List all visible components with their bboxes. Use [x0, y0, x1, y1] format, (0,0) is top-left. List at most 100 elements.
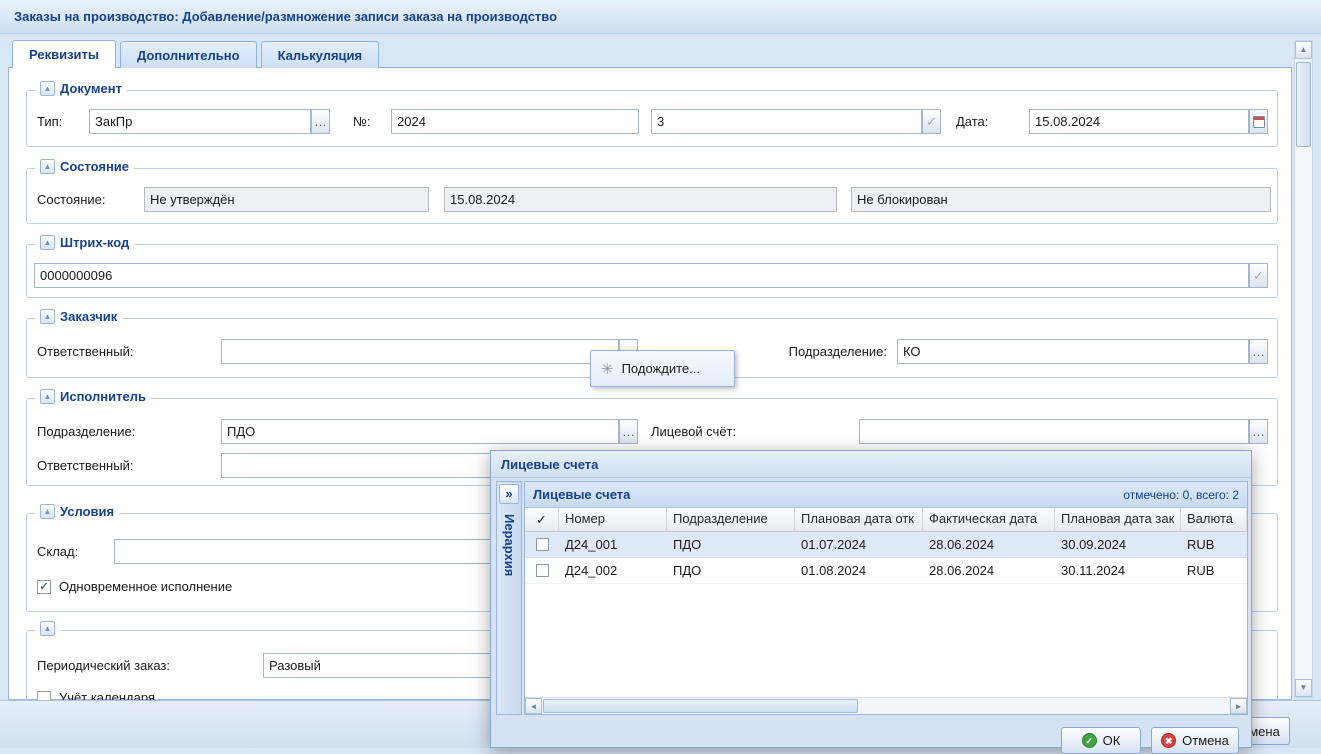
- wait-popup: ✳ Подождите...: [590, 350, 735, 387]
- grid-panel-header: Лицевые счета отмечено: 0, всего: 2: [525, 482, 1247, 508]
- tab-label: Реквизиты: [29, 47, 99, 62]
- scroll-up-button[interactable]: ▲: [1295, 41, 1312, 59]
- cell-fact: 28.06.2024: [923, 532, 1055, 557]
- cell-currency: RUB: [1181, 532, 1247, 557]
- customer-responsible-input[interactable]: [221, 339, 619, 364]
- column-header-plan-close[interactable]: Плановая дата зак: [1055, 508, 1181, 532]
- executor-account-input[interactable]: [859, 419, 1249, 444]
- dialog-ok-label: ОК: [1103, 733, 1121, 748]
- dialog-cancel-button[interactable]: ✖ Отмена: [1151, 727, 1239, 754]
- row-checkbox[interactable]: [536, 564, 549, 577]
- section-document-legend: ▲ Документ: [35, 81, 127, 96]
- type-input[interactable]: [89, 109, 311, 134]
- row-checkbox-cell: [525, 532, 559, 557]
- simultaneous-label: Одновременное исполнение: [59, 574, 232, 599]
- executor-account-label: Лицевой счёт:: [651, 419, 736, 444]
- ellipsis-icon: …: [1252, 344, 1265, 359]
- cell-division: ПДО: [667, 558, 795, 583]
- customer-division-lookup-trigger[interactable]: …: [1249, 339, 1268, 364]
- scroll-thumb[interactable]: [543, 699, 858, 713]
- state-label: Состояние:: [37, 187, 105, 212]
- cell-plan-close: 30.11.2024: [1055, 558, 1181, 583]
- dialog-ok-button[interactable]: ✓ ОК: [1061, 727, 1141, 754]
- horizontal-scrollbar[interactable]: ◄ ►: [525, 697, 1247, 714]
- executor-division-input[interactable]: [221, 419, 619, 444]
- row-checkbox[interactable]: [536, 538, 549, 551]
- date-label: Дата:: [956, 109, 988, 134]
- select-all-header[interactable]: ✓: [525, 508, 559, 532]
- executor-division-lookup-trigger[interactable]: …: [619, 419, 638, 444]
- arrow-up-icon: ▲: [1300, 45, 1308, 54]
- hierarchy-panel: » Иерархия: [496, 481, 522, 715]
- scroll-down-button[interactable]: ▼: [1295, 679, 1312, 697]
- vertical-scrollbar[interactable]: ▲ ▼: [1294, 40, 1313, 698]
- main-window: Заказы на производство: Добавление/размн…: [0, 0, 1321, 748]
- number-apply-trigger[interactable]: ✓: [922, 109, 941, 134]
- hierarchy-label: Иерархия: [502, 514, 517, 576]
- number-input[interactable]: [391, 109, 639, 134]
- state-date-field: [444, 187, 837, 212]
- cell-number: Д24_001: [559, 532, 667, 557]
- wait-popup-text: Подождите...: [622, 361, 700, 376]
- check-icon: ✓: [1253, 268, 1264, 283]
- cell-plan-open: 01.07.2024: [795, 532, 923, 557]
- section-executor-legend: ▲ Исполнитель: [35, 389, 151, 404]
- column-header-fact[interactable]: Фактическая дата: [923, 508, 1055, 532]
- calendar-icon: [1253, 116, 1265, 128]
- row-checkbox-cell: [525, 558, 559, 583]
- date-input[interactable]: [1029, 109, 1249, 134]
- collapse-toggle-icon[interactable]: ▲: [40, 235, 55, 250]
- section-barcode: ▲ Штрих-код ✓: [26, 244, 1278, 298]
- date-picker-trigger[interactable]: [1249, 109, 1268, 134]
- simultaneous-checkbox[interactable]: ✓: [37, 580, 51, 594]
- arrow-right-icon: ►: [1235, 702, 1243, 711]
- tab-kalkulyaciya[interactable]: Калькуляция: [261, 41, 380, 68]
- check-icon: ✓: [926, 114, 937, 129]
- cancel-icon: ✖: [1161, 733, 1176, 748]
- column-header-division[interactable]: Подразделение: [667, 508, 795, 532]
- collapse-toggle-icon[interactable]: ▲: [40, 159, 55, 174]
- table-row[interactable]: Д24_002 ПДО 01.08.2024 28.06.2024 30.11.…: [525, 558, 1247, 584]
- arrow-down-icon: ▼: [1300, 683, 1308, 692]
- tab-rekvizity[interactable]: Реквизиты: [12, 40, 116, 68]
- scroll-left-button[interactable]: ◄: [525, 698, 542, 714]
- executor-account-lookup-trigger[interactable]: …: [1249, 419, 1268, 444]
- collapse-toggle-icon[interactable]: ▲: [40, 309, 55, 324]
- table-row[interactable]: Д24_001 ПДО 01.07.2024 28.06.2024 30.09.…: [525, 532, 1247, 558]
- number2-input[interactable]: [651, 109, 922, 134]
- section-legend-text: Документ: [60, 81, 122, 96]
- column-header-number[interactable]: Номер: [559, 508, 667, 532]
- barcode-apply-trigger[interactable]: ✓: [1249, 263, 1268, 288]
- spinner-icon: ✳: [601, 360, 614, 378]
- column-header-plan-open[interactable]: Плановая дата отк: [795, 508, 923, 532]
- dialog-titlebar[interactable]: Лицевые счета: [491, 451, 1251, 478]
- section-customer-legend: ▲ Заказчик: [35, 309, 122, 324]
- collapse-toggle-icon[interactable]: ▲: [40, 389, 55, 404]
- collapse-toggle-icon[interactable]: ▲: [40, 81, 55, 96]
- type-label: Тип:: [37, 109, 62, 134]
- grid-summary: отмечено: 0, всего: 2: [1123, 488, 1239, 502]
- customer-division-label: Подразделение:: [771, 339, 887, 364]
- type-lookup-trigger[interactable]: …: [311, 109, 330, 134]
- double-chevron-icon: »: [505, 486, 512, 501]
- tab-dopolnitelno[interactable]: Дополнительно: [120, 41, 257, 68]
- section-legend-text: Штрих-код: [60, 235, 129, 250]
- check-icon: ✓: [536, 512, 547, 528]
- scroll-right-button[interactable]: ►: [1230, 698, 1247, 714]
- expand-panel-button[interactable]: »: [499, 484, 519, 504]
- barcode-input[interactable]: [34, 263, 1249, 288]
- customer-division-input[interactable]: [897, 339, 1249, 364]
- dialog-cancel-label: Отмена: [1182, 733, 1229, 748]
- cell-number: Д24_002: [559, 558, 667, 583]
- state-lock-field: [851, 187, 1271, 212]
- collapse-toggle-icon[interactable]: ▲: [40, 621, 55, 636]
- section-schedule-legend: ▲: [35, 621, 60, 636]
- collapse-toggle-icon[interactable]: ▲: [40, 504, 55, 519]
- section-legend-text: Состояние: [60, 159, 129, 174]
- window-titlebar: Заказы на производство: Добавление/размн…: [0, 0, 1321, 34]
- scroll-thumb[interactable]: [1296, 62, 1311, 147]
- column-header-currency[interactable]: Валюта: [1181, 508, 1247, 532]
- cell-plan-open: 01.08.2024: [795, 558, 923, 583]
- ok-icon: ✓: [1082, 733, 1097, 748]
- dialog-title: Лицевые счета: [501, 457, 598, 472]
